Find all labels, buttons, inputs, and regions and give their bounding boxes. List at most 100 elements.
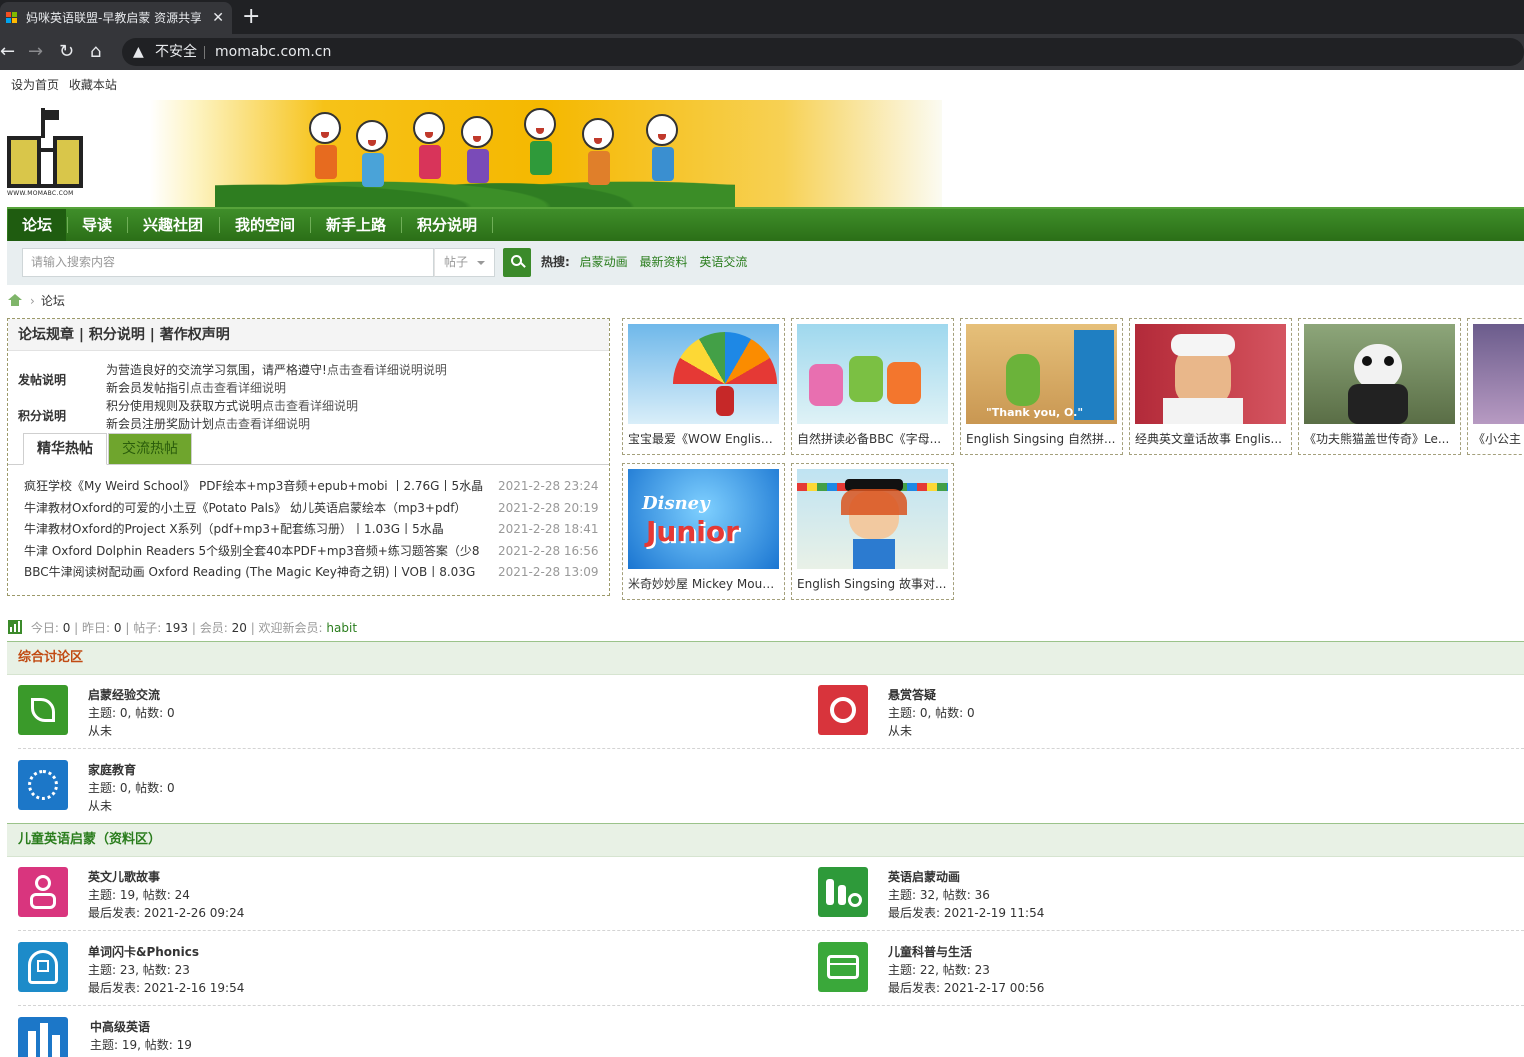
thread-title[interactable]: 疯狂学校《My Weird School》 PDF绘本+mp3音频+epub+m…	[24, 476, 490, 496]
city-icon[interactable]	[18, 1017, 68, 1057]
hot-search-link[interactable]: 最新资料	[639, 255, 687, 269]
film-reel-icon[interactable]	[818, 942, 868, 992]
forum-name[interactable]: 英文儿歌故事	[88, 868, 160, 885]
post-rules-line: 为营造良好的交流学习氛围，请严格遵守!点击查看详细说明说明	[106, 363, 447, 377]
gallery-item[interactable]: "Thank you, O." English Singsing 自然拼...	[960, 318, 1123, 455]
thumbnail-image[interactable]	[1473, 324, 1524, 424]
search-type-select[interactable]: 帖子	[434, 248, 495, 277]
search-button[interactable]	[503, 248, 531, 277]
thumbnail-caption[interactable]: English Singsing 故事对...	[797, 575, 948, 592]
details-link[interactable]: 点击查看详细说明	[214, 417, 310, 431]
thumbnail-image[interactable]: "Thank you, O."	[966, 324, 1117, 424]
thumbnail-caption[interactable]: 《功夫熊猫盖世传奇》Le...	[1304, 430, 1455, 447]
stat-today: 0	[62, 621, 71, 635]
logo-text: WWW.MOMABC.COM	[7, 190, 74, 197]
nav-forum[interactable]: 论坛	[8, 209, 66, 241]
forum-name[interactable]: 中高级英语	[90, 1018, 150, 1035]
nav-groups[interactable]: 兴趣社团	[128, 209, 218, 241]
gallery-item[interactable]: 《功夫熊猫盖世传奇》Le...	[1298, 318, 1461, 455]
child-icon[interactable]	[18, 867, 68, 917]
thumbnail-caption[interactable]: 经典英文童话故事 Englis...	[1135, 430, 1286, 447]
back-icon[interactable]: ←	[0, 39, 15, 65]
forum-name[interactable]: 单词闪卡&Phonics	[88, 943, 199, 960]
thumbnail-image[interactable]	[797, 324, 948, 424]
thread-title[interactable]: 牛津教材Oxford的Project X系列（pdf+mp3+配套练习册）丨1.…	[24, 519, 490, 539]
gallery-item[interactable]: 自然拼读必备BBC《字母...	[791, 318, 954, 455]
gallery-item[interactable]: 经典英文童话故事 Englis...	[1129, 318, 1292, 455]
rules-title[interactable]: 论坛规章 | 积分说明 | 著作权声明	[8, 319, 609, 351]
forum-last-post: 从未	[88, 724, 113, 738]
home-icon[interactable]	[8, 294, 22, 306]
gears-icon[interactable]	[18, 760, 68, 810]
thumbnail-image[interactable]: Disney Junior	[628, 469, 779, 569]
forum-stats-line: 主题: 19, 帖数: 19	[90, 1038, 192, 1052]
stat-members: 20	[231, 621, 247, 635]
thread-title[interactable]: 牛津 Oxford Dolphin Readers 5个级别全套40本PDF+m…	[24, 541, 490, 561]
thread-row[interactable]: 牛津教材Oxford的Project X系列（pdf+mp3+配套练习册）丨1.…	[24, 519, 604, 539]
address-bar[interactable]: ▲ 不安全 momabc.com.cn	[122, 38, 1524, 66]
close-tab-icon[interactable]: ✕	[212, 2, 224, 34]
forum-name[interactable]: 启蒙经验交流	[88, 686, 160, 703]
lifebuoy-icon[interactable]	[818, 685, 868, 735]
forward-icon[interactable]: →	[28, 39, 43, 65]
thread-row[interactable]: 牛津教材Oxford的可爱的小土豆《Potato Pals》 幼儿英语启蒙绘本（…	[24, 498, 604, 518]
details-link[interactable]: 点击查看详细说明	[190, 381, 286, 395]
gallery-item[interactable]: Disney Junior 米奇妙妙屋 Mickey Mous...	[622, 463, 785, 600]
row-divider	[18, 1005, 1524, 1006]
forum-last-post: 最后发表: 2021-2-16 19:54	[88, 981, 245, 995]
section-general-discussion[interactable]: 综合讨论区	[7, 641, 1524, 675]
site-logo[interactable]: WWW.MOMABC.COM	[7, 108, 83, 200]
thread-title[interactable]: BBC牛津阅读树配动画 Oxford Reading (The Magic Ke…	[24, 562, 490, 582]
forum-name[interactable]: 悬赏答疑	[888, 686, 936, 703]
leaf-icon[interactable]	[18, 685, 68, 735]
thumbnail-caption[interactable]: 自然拼读必备BBC《字母...	[797, 430, 948, 447]
thumbnail-caption[interactable]: 米奇妙妙屋 Mickey Mous...	[628, 575, 779, 592]
tab-discussion-threads[interactable]: 交流热帖	[108, 433, 192, 465]
nav-divider	[492, 217, 493, 233]
gallery-item[interactable]: 《小公主	[1467, 318, 1524, 455]
forum-name[interactable]: 英语启蒙动画	[888, 868, 960, 885]
reload-icon[interactable]: ↻	[59, 39, 74, 65]
thumbnail-image[interactable]	[1304, 324, 1455, 424]
set-homepage-link[interactable]: 设为首页	[11, 78, 59, 92]
gallery-item[interactable]: English Singsing 故事对...	[791, 463, 954, 600]
brain-chip-icon[interactable]	[18, 942, 68, 992]
family-icon[interactable]	[818, 867, 868, 917]
breadcrumb: › 论坛	[8, 292, 65, 309]
thread-row[interactable]: 牛津 Oxford Dolphin Readers 5个级别全套40本PDF+m…	[24, 541, 604, 561]
thumbnail-caption[interactable]: 宝宝最爱《WOW English...	[628, 430, 779, 447]
home-icon[interactable]: ⌂	[90, 39, 101, 65]
gallery-item[interactable]: 宝宝最爱《WOW English...	[622, 318, 785, 455]
browser-tab[interactable]: 妈咪英语联盟-早教启蒙 资源共享 ✕	[0, 2, 232, 34]
thumbnail-caption[interactable]: 《小公主	[1473, 430, 1524, 447]
thumbnail-image[interactable]	[1135, 324, 1286, 424]
hot-search-link[interactable]: 启蒙动画	[580, 255, 628, 269]
nav-guide[interactable]: 导读	[68, 209, 126, 241]
forum-item[interactable]: 中高级英语 主题: 19, 帖数: 19	[18, 1017, 778, 1057]
post-rules-line: 新会员发帖指引点击查看详细说明	[106, 381, 287, 395]
stat-yesterday: 0	[113, 621, 122, 635]
thumbnail-image[interactable]	[797, 469, 948, 569]
thread-title[interactable]: 牛津教材Oxford的可爱的小土豆《Potato Pals》 幼儿英语启蒙绘本（…	[24, 498, 490, 518]
thread-row[interactable]: BBC牛津阅读树配动画 Oxford Reading (The Magic Ke…	[24, 562, 604, 582]
section-kids-english[interactable]: 儿童英语启蒙（资料区）	[7, 823, 1524, 857]
nav-newbie[interactable]: 新手上路	[311, 209, 401, 241]
details-link[interactable]: 点击查看详细说明	[262, 399, 358, 413]
details-link[interactable]: 点击查看详细说明说明	[327, 363, 447, 377]
thumbnail-caption[interactable]: English Singsing 自然拼...	[966, 430, 1117, 447]
tab-featured-threads[interactable]: 精华热帖	[23, 433, 107, 465]
nav-my-space[interactable]: 我的空间	[220, 209, 310, 241]
thumbnail-overlay-text: "Thank you, O."	[986, 406, 1084, 419]
thread-row[interactable]: 疯狂学校《My Weird School》 PDF绘本+mp3音频+epub+m…	[24, 476, 604, 496]
thumbnail-image[interactable]	[628, 324, 779, 424]
bookmark-site-link[interactable]: 收藏本站	[69, 78, 117, 92]
forum-name[interactable]: 儿童科普与生活	[888, 943, 972, 960]
nav-points[interactable]: 积分说明	[402, 209, 492, 241]
hot-search-link[interactable]: 英语交流	[699, 255, 747, 269]
new-tab-icon[interactable]: +	[242, 4, 260, 30]
search-input[interactable]: 请输入搜索内容	[22, 248, 434, 277]
newest-member-link[interactable]: habit	[326, 621, 357, 635]
forum-name[interactable]: 家庭教育	[88, 761, 136, 778]
search-type-value: 帖子	[444, 255, 469, 269]
breadcrumb-current[interactable]: 论坛	[41, 294, 65, 308]
